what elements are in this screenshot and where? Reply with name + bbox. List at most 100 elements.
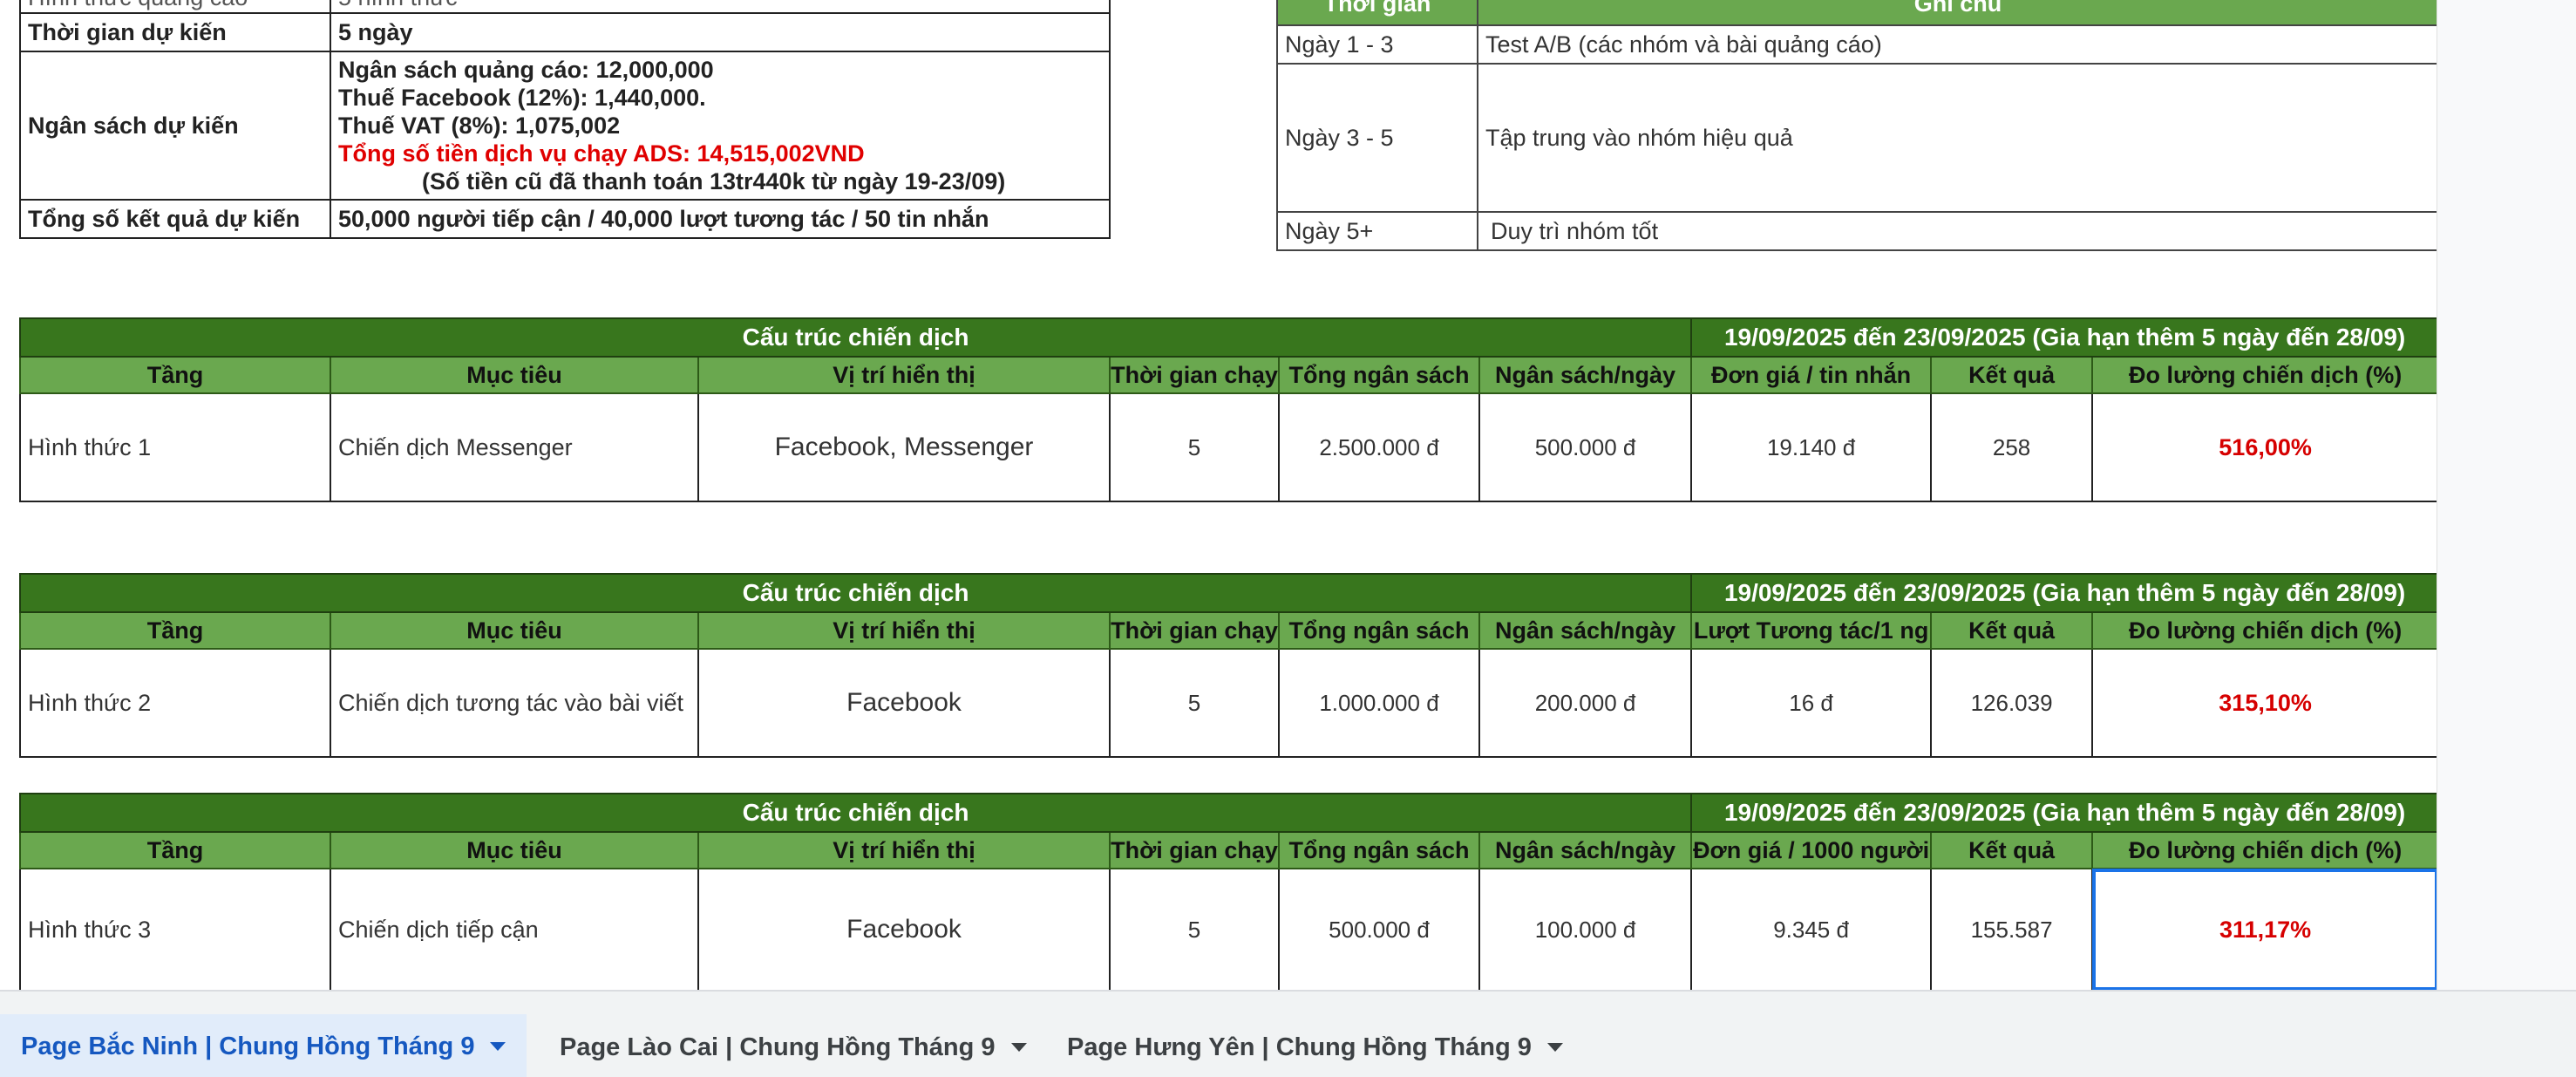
col-header-duration[interactable]: Thời gian chạy <box>1109 356 1280 394</box>
col-header-placement[interactable]: Vị trí hiển thị <box>697 831 1111 869</box>
timeline-header-row: Thời gian Ghi chú <box>1276 0 2437 26</box>
cell-placement[interactable]: Facebook, Messenger <box>697 392 1111 502</box>
col-header-unit-price[interactable]: Đơn giá / tin nhắn <box>1690 356 1933 394</box>
campaign-title-row: Cấu trúc chiến dịch 19/09/2025 đến 23/09… <box>18 793 2437 833</box>
cell-duration[interactable]: 5 <box>1109 392 1280 502</box>
budget-line-vat: Thuế VAT (8%): 1,075,002 <box>338 112 621 139</box>
col-header-measure[interactable]: Đo lường chiến dịch (%) <box>2091 831 2437 869</box>
col-header-tier[interactable]: Tầng <box>19 611 331 650</box>
col-header-total-budget[interactable]: Tổng ngân sách <box>1278 831 1480 869</box>
sheet-tab-hung-yen[interactable]: Page Hưng Yên | Chung Hồng Tháng 9 <box>1046 1016 1584 1077</box>
cell-goal[interactable]: Chiến dịch tiếp cận <box>330 868 699 990</box>
col-header-total-budget[interactable]: Tổng ngân sách <box>1278 611 1480 650</box>
cell-daily-budget[interactable]: 500.000 đ <box>1478 392 1693 502</box>
timeline-header-note[interactable]: Ghi chú <box>1477 0 2437 26</box>
timeline-time[interactable]: Ngày 1 - 3 <box>1276 24 1478 65</box>
budget-line-note: (Số tiền cũ đã thanh toán 13tr440k từ ng… <box>422 168 1006 194</box>
col-header-placement[interactable]: Vị trí hiển thị <box>697 611 1111 650</box>
campaign-title[interactable]: Cấu trúc chiến dịch <box>18 573 1693 613</box>
col-header-goal[interactable]: Mục tiêu <box>330 831 699 869</box>
cell-result[interactable]: 155.587 <box>1930 868 2094 990</box>
col-header-unit-price[interactable]: Đơn giá / 1000 người <box>1690 831 1933 869</box>
info-value-ad-format[interactable]: 5 hình thức <box>330 0 1111 14</box>
info-label-results[interactable]: Tổng số kết quả dự kiến <box>19 199 331 239</box>
cell-tier[interactable]: Hình thức 3 <box>19 868 331 990</box>
dropdown-arrow-icon[interactable] <box>1010 1043 1027 1052</box>
info-row-duration: Thời gian dự kiến 5 ngày <box>19 12 1111 52</box>
timeline-row: Ngày 1 - 3 Test A/B (các nhóm và bài quả… <box>1276 24 2437 65</box>
cell-result[interactable]: 258 <box>1930 392 2094 502</box>
info-label-budget[interactable]: Ngân sách dự kiến <box>19 51 331 201</box>
col-header-result[interactable]: Kết quả <box>1930 831 2094 869</box>
cell-goal[interactable]: Chiến dịch Messenger <box>330 392 699 502</box>
cell-goal[interactable]: Chiến dịch tương tác vào bài viết <box>330 648 699 758</box>
col-header-interaction-rate[interactable]: Lượt Tương tác/1 ng <box>1690 611 1933 650</box>
timeline-note[interactable]: Test A/B (các nhóm và bài quảng cáo) <box>1477 24 2437 65</box>
cell-unit-price[interactable]: 16 đ <box>1690 648 1933 758</box>
sheet-tab-lao-cai[interactable]: Page Lào Cai | Chung Hồng Tháng 9 <box>539 1016 1048 1077</box>
col-header-goal[interactable]: Mục tiêu <box>330 611 699 650</box>
info-value-duration[interactable]: 5 ngày <box>330 12 1111 52</box>
col-header-duration[interactable]: Thời gian chạy <box>1109 831 1280 869</box>
col-header-tier[interactable]: Tầng <box>19 831 331 869</box>
campaign-info-table: Hình thức quảng cáo 5 hình thức Thời gia… <box>19 0 1111 239</box>
col-header-result[interactable]: Kết quả <box>1930 356 2094 394</box>
col-header-placement[interactable]: Vị trí hiển thị <box>697 356 1111 394</box>
cell-measure[interactable]: 315,10% <box>2091 648 2437 758</box>
timeline-time[interactable]: Ngày 5+ <box>1276 211 1478 251</box>
campaign-header-row: Tầng Mục tiêu Vị trí hiển thị Thời gian … <box>19 611 2437 650</box>
timeline-row: Ngày 5+ Duy trì nhóm tốt <box>1276 211 2437 251</box>
budget-line-ad-spend: Ngân sách quảng cáo: 12,000,000 <box>338 57 714 83</box>
campaign-period[interactable]: 19/09/2025 đến 23/09/2025 (Gia hạn thêm … <box>1690 317 2437 358</box>
info-label-duration[interactable]: Thời gian dự kiến <box>19 12 331 52</box>
sheet-tab-bac-ninh[interactable]: Page Bắc Ninh | Chung Hồng Tháng 9 <box>0 1014 527 1077</box>
info-value-results[interactable]: 50,000 người tiếp cận / 40,000 lượt tươn… <box>330 199 1111 239</box>
col-header-result[interactable]: Kết quả <box>1930 611 2094 650</box>
spreadsheet-grid[interactable]: Hình thức quảng cáo 5 hình thức Thời gia… <box>0 0 2437 990</box>
col-header-measure[interactable]: Đo lường chiến dịch (%) <box>2091 611 2437 650</box>
cell-total-budget[interactable]: 500.000 đ <box>1278 868 1480 990</box>
col-header-daily-budget[interactable]: Ngân sách/ngày <box>1478 611 1693 650</box>
cell-duration[interactable]: 5 <box>1109 868 1280 990</box>
cell-total-budget[interactable]: 2.500.000 đ <box>1278 392 1480 502</box>
campaign-title-row: Cấu trúc chiến dịch 19/09/2025 đến 23/09… <box>18 573 2437 613</box>
info-label-ad-format[interactable]: Hình thức quảng cáo <box>19 0 331 14</box>
campaign-period[interactable]: 19/09/2025 đến 23/09/2025 (Gia hạn thêm … <box>1690 793 2437 833</box>
campaign-title[interactable]: Cấu trúc chiến dịch <box>18 317 1693 358</box>
cell-measure-selected[interactable]: 311,17% <box>2091 868 2437 990</box>
campaign-data-row: Hình thức 2 Chiến dịch tương tác vào bài… <box>19 648 2437 758</box>
cell-placement[interactable]: Facebook <box>697 868 1111 990</box>
cell-measure[interactable]: 516,00% <box>2091 392 2437 502</box>
dropdown-arrow-icon[interactable] <box>1546 1043 1563 1052</box>
col-header-goal[interactable]: Mục tiêu <box>330 356 699 394</box>
cell-tier[interactable]: Hình thức 2 <box>19 648 331 758</box>
col-header-daily-budget[interactable]: Ngân sách/ngày <box>1478 831 1693 869</box>
col-header-daily-budget[interactable]: Ngân sách/ngày <box>1478 356 1693 394</box>
campaign-period[interactable]: 19/09/2025 đến 23/09/2025 (Gia hạn thêm … <box>1690 573 2437 613</box>
cell-daily-budget[interactable]: 100.000 đ <box>1478 868 1693 990</box>
timeline-time[interactable]: Ngày 3 - 5 <box>1276 63 1478 213</box>
col-header-measure[interactable]: Đo lường chiến dịch (%) <box>2091 356 2437 394</box>
timeline-note[interactable]: Duy trì nhóm tốt <box>1477 211 2437 251</box>
sheet-tab-bar: Page Bắc Ninh | Chung Hồng Tháng 9 Page … <box>0 990 2576 1077</box>
cell-unit-price[interactable]: 19.140 đ <box>1690 392 1933 502</box>
col-header-tier[interactable]: Tầng <box>19 356 331 394</box>
info-row-ad-format: Hình thức quảng cáo 5 hình thức <box>19 0 1111 14</box>
col-header-duration[interactable]: Thời gian chạy <box>1109 611 1280 650</box>
cell-duration[interactable]: 5 <box>1109 648 1280 758</box>
cell-daily-budget[interactable]: 200.000 đ <box>1478 648 1693 758</box>
info-value-budget[interactable]: Ngân sách quảng cáo: 12,000,000 Thuế Fac… <box>330 51 1111 201</box>
col-header-total-budget[interactable]: Tổng ngân sách <box>1278 356 1480 394</box>
cell-unit-price[interactable]: 9.345 đ <box>1690 868 1933 990</box>
cell-placement[interactable]: Facebook <box>697 648 1111 758</box>
dropdown-arrow-icon[interactable] <box>490 1042 506 1051</box>
campaign-title[interactable]: Cấu trúc chiến dịch <box>18 793 1693 833</box>
timeline-note[interactable]: Tập trung vào nhóm hiệu quả <box>1477 63 2437 213</box>
campaign-header-row: Tầng Mục tiêu Vị trí hiển thị Thời gian … <box>19 356 2437 394</box>
info-row-budget: Ngân sách dự kiến Ngân sách quảng cáo: 1… <box>19 51 1111 201</box>
timeline-header-time[interactable]: Thời gian <box>1276 0 1478 26</box>
cell-total-budget[interactable]: 1.000.000 đ <box>1278 648 1480 758</box>
cell-result[interactable]: 126.039 <box>1930 648 2094 758</box>
campaign-structure-table-2: Cấu trúc chiến dịch 19/09/2025 đến 23/09… <box>18 573 2437 758</box>
cell-tier[interactable]: Hình thức 1 <box>19 392 331 502</box>
